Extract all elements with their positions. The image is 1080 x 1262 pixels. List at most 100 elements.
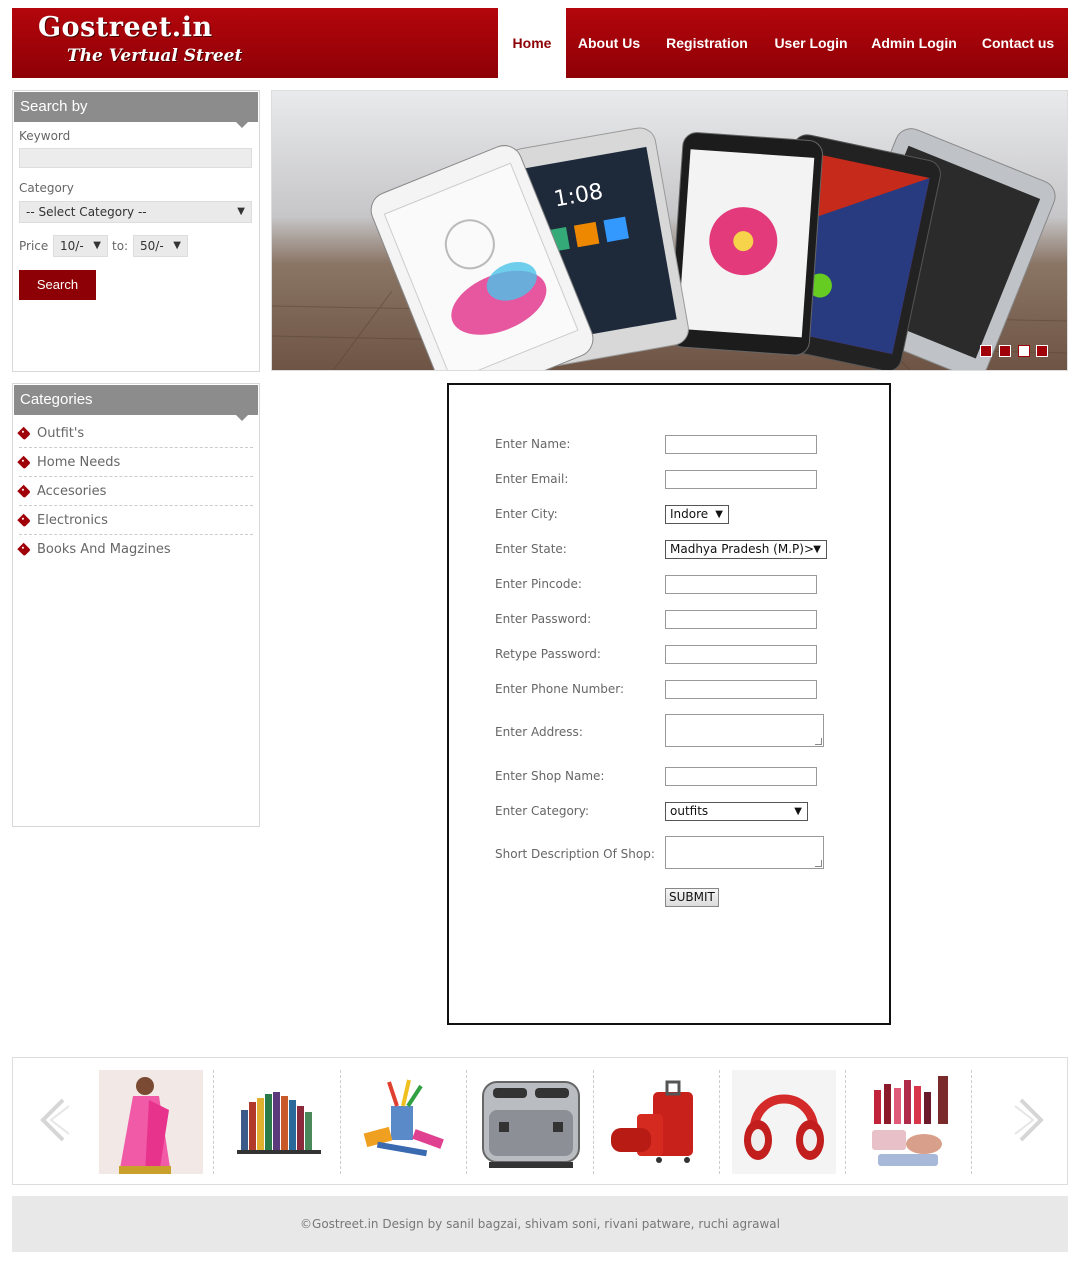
banner-slider[interactable]: 1:08	[271, 90, 1068, 371]
dropdown-arrow-icon: ▼	[813, 544, 821, 555]
category-item-electronics[interactable]: Electronics	[17, 506, 253, 535]
address-label: Enter Address:	[495, 725, 583, 739]
product-carousel	[12, 1057, 1068, 1185]
dropdown-arrow-icon: ▼	[237, 206, 245, 217]
search-button[interactable]: Search	[19, 270, 96, 300]
chevron-right-icon[interactable]	[1011, 1098, 1051, 1142]
search-panel: Search by Keyword Category -- Select Cat…	[12, 90, 260, 372]
slider-dot-3[interactable]	[1018, 345, 1030, 357]
carousel-divider	[593, 1070, 594, 1174]
logo[interactable]: Gostreet.in The Vertual Street	[12, 8, 498, 78]
luggage-product-image[interactable]	[607, 1070, 711, 1174]
category-item-label: Outfit's	[37, 426, 85, 441]
price-from-value: 10/-	[60, 239, 84, 253]
main-nav: Home About Us Registration User Login Ad…	[498, 8, 1068, 78]
state-select[interactable]: Madhya Pradesh (M.P)> ▼	[665, 540, 827, 559]
description-label: Short Description Of Shop:	[495, 847, 655, 861]
carousel-divider	[466, 1070, 467, 1174]
category-label: Enter Category:	[495, 804, 590, 818]
phone-label: Enter Phone Number:	[495, 682, 625, 696]
smartphones-banner-image: 1:08	[272, 127, 1067, 370]
category-item-label: Books And Magzines	[37, 542, 171, 557]
retype-password-label: Retype Password:	[495, 647, 601, 661]
dropdown-arrow-icon: ▼	[93, 240, 101, 251]
price-label: Price	[19, 239, 49, 253]
books-product-image[interactable]	[227, 1070, 331, 1174]
category-item-books[interactable]: Books And Magzines	[17, 535, 253, 564]
slider-dot-4[interactable]	[1036, 345, 1048, 357]
state-label: Enter State:	[495, 542, 567, 556]
dropdown-arrow-icon: ▼	[794, 806, 802, 817]
keyword-label: Keyword	[19, 129, 71, 143]
tag-icon	[17, 484, 31, 499]
submit-button[interactable]: SUBMIT	[665, 888, 719, 907]
shop-name-field[interactable]	[665, 767, 817, 786]
site-header: Gostreet.in The Vertual Street Home Abou…	[12, 8, 1068, 78]
nav-registration[interactable]: Registration	[652, 8, 762, 78]
footer-credits: ©Gostreet.in Design by sanil bagzai, shi…	[300, 1217, 780, 1231]
tag-icon	[17, 455, 31, 470]
phone-field[interactable]	[665, 680, 817, 699]
category-item-outfits[interactable]: Outfit's	[17, 419, 253, 448]
description-textarea[interactable]	[665, 836, 824, 869]
category-select[interactable]: -- Select Category -- ▼	[19, 201, 252, 223]
nav-contact-us[interactable]: Contact us	[968, 8, 1068, 78]
price-from-select[interactable]: 10/- ▼	[53, 235, 108, 257]
pincode-field[interactable]	[665, 575, 817, 594]
registration-form: Enter Name: Enter Email: Enter City: Ind…	[447, 383, 891, 1025]
city-select-value: Indore	[670, 507, 709, 521]
pincode-label: Enter Pincode:	[495, 577, 582, 591]
category-label: Category	[19, 181, 74, 195]
nav-home[interactable]: Home	[498, 8, 566, 78]
saree-product-image[interactable]	[99, 1070, 203, 1174]
shop-name-label: Enter Shop Name:	[495, 769, 605, 783]
category-item-label: Electronics	[37, 513, 108, 528]
toaster-product-image[interactable]	[479, 1070, 583, 1174]
state-select-value: Madhya Pradesh (M.P)>	[670, 542, 815, 556]
logo-name: Gostreet.in	[38, 12, 213, 43]
chevron-left-icon[interactable]	[33, 1098, 73, 1142]
shop-category-select[interactable]: outfits ▼	[665, 802, 808, 821]
slider-dot-1[interactable]	[980, 345, 992, 357]
category-item-home-needs[interactable]: Home Needs	[17, 448, 253, 477]
tag-icon	[17, 542, 31, 557]
password-field[interactable]	[665, 610, 817, 629]
shop-category-value: outfits	[670, 804, 709, 818]
categories-panel: Categories Outfit's Home Needs Accesorie…	[12, 383, 260, 827]
price-to-value: 50/-	[140, 239, 164, 253]
category-list: Outfit's Home Needs Accesories Electroni…	[17, 419, 253, 564]
logo-tagline: The Vertual Street	[67, 46, 243, 66]
tag-icon	[17, 513, 31, 528]
address-textarea[interactable]	[665, 714, 824, 747]
city-label: Enter City:	[495, 507, 558, 521]
carousel-divider	[340, 1070, 341, 1174]
nav-admin-login[interactable]: Admin Login	[860, 8, 968, 78]
keyword-input[interactable]	[19, 148, 252, 168]
category-item-label: Home Needs	[37, 455, 121, 470]
search-panel-title: Search by	[14, 92, 258, 128]
dropdown-arrow-icon: ▼	[173, 240, 181, 251]
price-to-select[interactable]: 50/- ▼	[133, 235, 188, 257]
retype-password-field[interactable]	[665, 645, 817, 664]
password-label: Enter Password:	[495, 612, 592, 626]
category-item-label: Accesories	[37, 484, 107, 499]
tag-icon	[17, 426, 31, 441]
slider-dot-2[interactable]	[999, 345, 1011, 357]
nav-user-login[interactable]: User Login	[762, 8, 860, 78]
site-footer: ©Gostreet.in Design by sanil bagzai, shi…	[12, 1196, 1068, 1252]
city-select[interactable]: Indore ▼	[665, 505, 729, 524]
stationery-product-image[interactable]	[353, 1070, 457, 1174]
dropdown-arrow-icon: ▼	[715, 509, 723, 520]
carousel-divider	[213, 1070, 214, 1174]
nav-about-us[interactable]: About Us	[566, 8, 652, 78]
cosmetics-product-image[interactable]	[858, 1070, 962, 1174]
name-label: Enter Name:	[495, 437, 571, 451]
name-field[interactable]	[665, 435, 817, 454]
email-label: Enter Email:	[495, 472, 569, 486]
email-field[interactable]	[665, 470, 817, 489]
price-to-label: to:	[112, 239, 129, 253]
carousel-divider	[845, 1070, 846, 1174]
headphones-product-image[interactable]	[732, 1070, 836, 1174]
category-item-accesories[interactable]: Accesories	[17, 477, 253, 506]
carousel-divider	[719, 1070, 720, 1174]
